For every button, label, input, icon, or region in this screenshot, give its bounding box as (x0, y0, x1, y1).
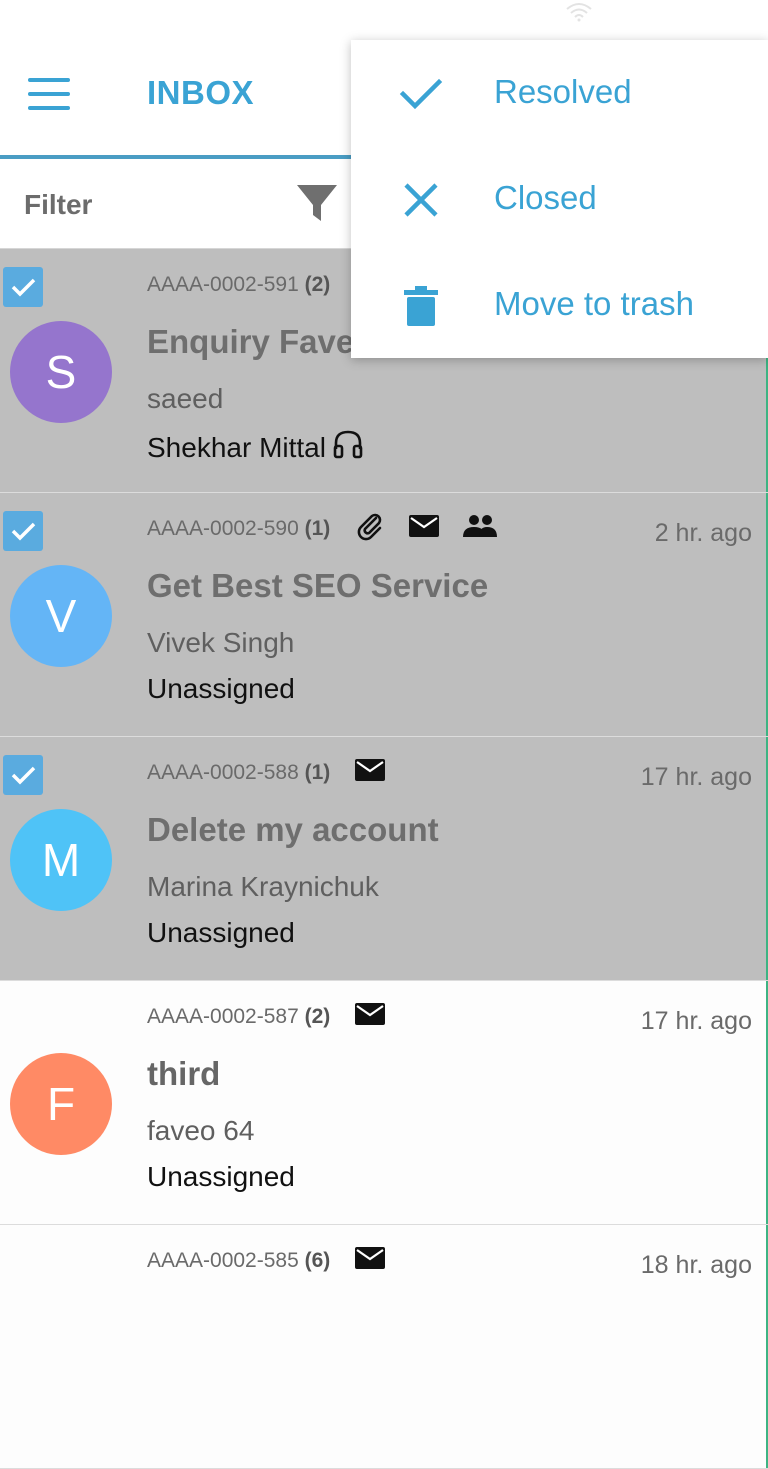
ticket-row[interactable]: AAAA-0002-585 (6) 18 hr. ago (0, 1225, 768, 1469)
menu-item-resolved[interactable]: Resolved (351, 40, 768, 146)
page-title: INBOX (147, 74, 255, 111)
status-bar (0, 0, 768, 28)
action-popup-menu: Resolved Closed Move to trash (351, 40, 768, 358)
avatar[interactable]: M (10, 809, 112, 911)
ticket-id: AAAA-0002-588 (147, 761, 299, 784)
thread-count: (1) (304, 517, 331, 540)
trash-icon (399, 284, 443, 328)
headset-icon (332, 429, 364, 466)
menu-item-label: Closed (494, 179, 597, 216)
ticket-time: 17 hr. ago (640, 1007, 752, 1035)
check-icon (399, 72, 443, 116)
hamburger-menu-icon[interactable] (22, 72, 76, 116)
thread-count: (2) (304, 1005, 331, 1028)
assignee-name: Unassigned (147, 1161, 295, 1192)
ticket-from: faveo 64 (147, 1115, 255, 1146)
ticket-subject: Get Best SEO Service (147, 567, 489, 604)
row-checkbox[interactable] (3, 511, 43, 551)
ticket-number: AAAA-0002-585 (6) (147, 1249, 330, 1273)
avatar[interactable]: F (10, 1053, 112, 1155)
row-checkbox[interactable] (3, 755, 43, 795)
row-checkbox[interactable] (3, 267, 43, 307)
people-icon (462, 513, 498, 544)
ticket-id: AAAA-0002-590 (147, 517, 299, 540)
menu-item-closed[interactable]: Closed (351, 146, 768, 252)
ticket-row[interactable]: M AAAA-0002-588 (1) 17 hr. ago Delete my ac… (0, 737, 768, 981)
assignee-name: Unassigned (147, 917, 295, 948)
ticket-from: saeed (147, 383, 224, 414)
menu-item-label: Resolved (494, 73, 632, 110)
avatar[interactable]: S (10, 321, 112, 423)
ticket-row[interactable]: F AAAA-0002-587 (2) 17 hr. ago third faveo 6… (0, 981, 768, 1225)
ticket-assignee: Unassigned (147, 1161, 295, 1193)
ticket-icons (354, 513, 498, 543)
filter-label: Filter (24, 189, 93, 220)
assignee-name: Unassigned (147, 673, 295, 704)
wifi-icon (566, 2, 592, 27)
thread-count: (2) (304, 273, 331, 296)
funnel-icon[interactable] (295, 181, 339, 225)
thread-count: (6) (304, 1249, 331, 1272)
ticket-from: Vivek Singh (147, 627, 295, 658)
ticket-time: 18 hr. ago (640, 1251, 752, 1279)
menu-item-move-to-trash[interactable]: Move to trash (351, 252, 768, 358)
ticket-id: AAAA-0002-587 (147, 1005, 299, 1028)
ticket-icons (354, 1001, 386, 1031)
assignee-name: Shekhar Mittal (147, 431, 326, 463)
ticket-assignee: Unassigned (147, 673, 295, 705)
ticket-subject: Delete my account (147, 811, 439, 848)
mail-icon (354, 1245, 386, 1276)
close-icon (399, 178, 443, 222)
ticket-subject: Enquiry Fave (147, 323, 355, 360)
thread-count: (1) (304, 761, 331, 784)
mail-icon (354, 757, 386, 788)
ticket-assignee: Shekhar Mittal (147, 429, 364, 466)
ticket-id: AAAA-0002-591 (147, 273, 299, 296)
ticket-time: 2 hr. ago (654, 519, 752, 547)
mail-icon (408, 513, 440, 544)
ticket-from: Marina Kraynichuk (147, 871, 379, 902)
ticket-list: S AAAA-0002-591 (2) Enquiry Fave saeed Shekh… (0, 249, 768, 1469)
ticket-icons (354, 757, 386, 787)
ticket-subject: third (147, 1055, 221, 1092)
ticket-row[interactable]: V AAAA-0002-590 (1) 2 hr. ago Get Best SEO … (0, 493, 768, 737)
ticket-number: AAAA-0002-587 (2) (147, 1005, 330, 1029)
ticket-number: AAAA-0002-591 (2) (147, 273, 330, 297)
mail-icon (354, 1001, 386, 1032)
ticket-assignee: Unassigned (147, 917, 295, 949)
attachment-icon (354, 510, 386, 547)
ticket-number: AAAA-0002-590 (1) (147, 517, 330, 541)
menu-item-label: Move to trash (494, 285, 694, 322)
ticket-time: 17 hr. ago (640, 763, 752, 791)
ticket-id: AAAA-0002-585 (147, 1249, 299, 1272)
ticket-icons (354, 1245, 386, 1275)
ticket-number: AAAA-0002-588 (1) (147, 761, 330, 785)
avatar[interactable]: V (10, 565, 112, 667)
